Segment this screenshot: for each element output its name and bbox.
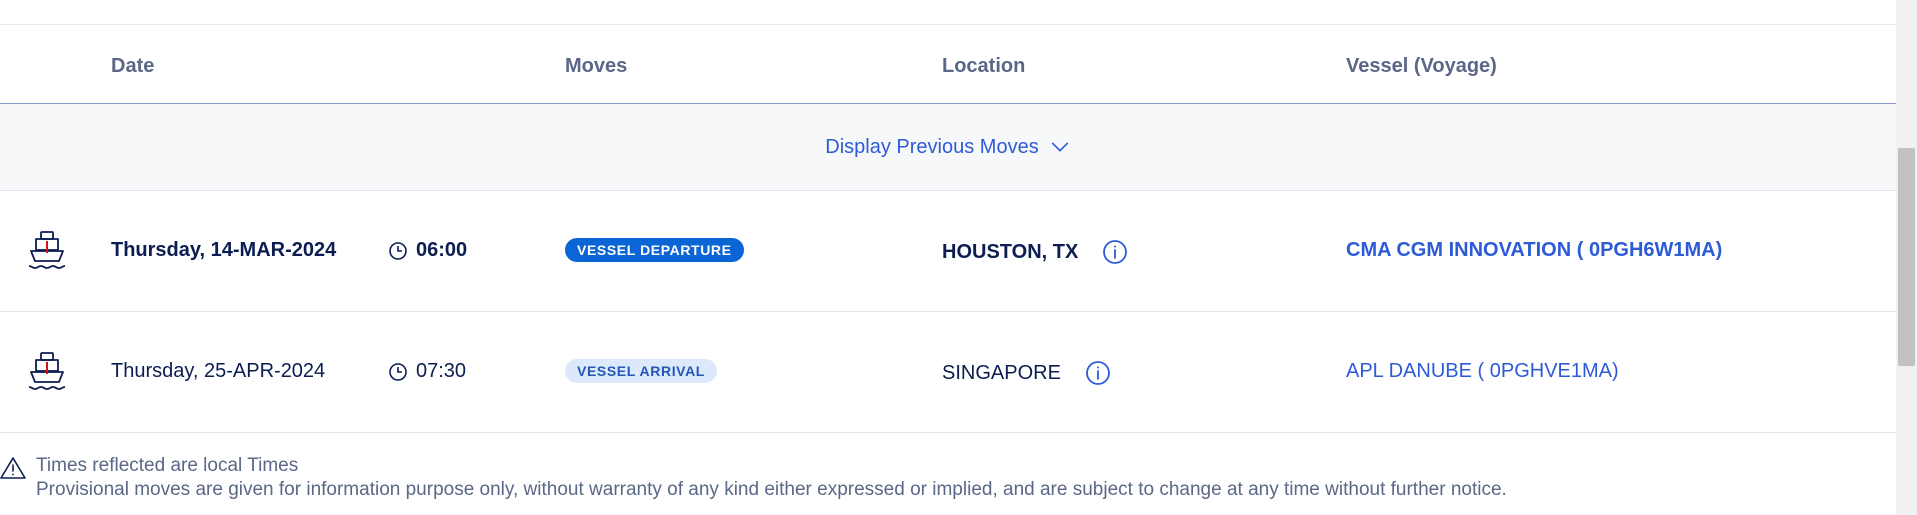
display-previous-moves-button[interactable]: Display Previous Moves bbox=[0, 104, 1896, 190]
move-time: 07:30 bbox=[388, 360, 466, 383]
move-time-value: 07:30 bbox=[416, 360, 467, 382]
info-icon[interactable] bbox=[1102, 239, 1128, 265]
clock-icon bbox=[389, 362, 407, 381]
vertical-scrollbar[interactable] bbox=[1896, 0, 1917, 515]
table-row: Thursday, 14-MAR-2024 06:00 VESSEL DEPAR… bbox=[0, 191, 1896, 312]
header-moves: Moves bbox=[565, 55, 628, 77]
move-time: 06:00 bbox=[388, 239, 467, 262]
move-status-badge: VESSEL DEPARTURE bbox=[565, 238, 744, 262]
chevron-down-icon bbox=[1051, 142, 1068, 152]
move-date: Thursday, 14-MAR-2024 bbox=[111, 239, 337, 261]
provisional-disclaimer: Provisional moves are given for informat… bbox=[36, 479, 1507, 500]
table-header: Date Moves Location Vessel (Voyage) bbox=[0, 25, 1896, 104]
vessel-voyage-link[interactable]: CMA CGM INNOVATION ( 0PGH6W1MA) bbox=[1346, 239, 1722, 262]
display-previous-moves-label: Display Previous Moves bbox=[825, 135, 1039, 158]
ship-icon bbox=[28, 231, 66, 269]
clock-icon bbox=[389, 241, 407, 260]
previous-moves-band: Display Previous Moves bbox=[0, 104, 1896, 191]
move-location-name: SINGAPORE bbox=[942, 361, 1061, 384]
move-status-badge: VESSEL ARRIVAL bbox=[565, 359, 717, 383]
header-date: Date bbox=[111, 55, 155, 77]
move-location: HOUSTON, TX bbox=[942, 239, 1128, 265]
warning-icon bbox=[0, 457, 26, 479]
move-location: SINGAPORE bbox=[942, 360, 1111, 386]
vessel-voyage-link[interactable]: APL DANUBE ( 0PGHVE1MA) bbox=[1346, 360, 1619, 383]
table-row: Thursday, 25-APR-2024 07:30 VESSEL ARRIV… bbox=[0, 312, 1896, 433]
ship-icon bbox=[28, 352, 66, 390]
header-vessel: Vessel (Voyage) bbox=[1346, 55, 1497, 77]
local-times-note: Times reflected are local Times bbox=[36, 455, 299, 476]
info-icon[interactable] bbox=[1085, 360, 1111, 386]
move-location-name: HOUSTON, TX bbox=[942, 240, 1079, 263]
header-location: Location bbox=[942, 55, 1026, 77]
scrollbar-thumb[interactable] bbox=[1898, 148, 1915, 366]
move-date: Thursday, 25-APR-2024 bbox=[111, 360, 326, 382]
move-time-value: 06:00 bbox=[416, 239, 468, 261]
